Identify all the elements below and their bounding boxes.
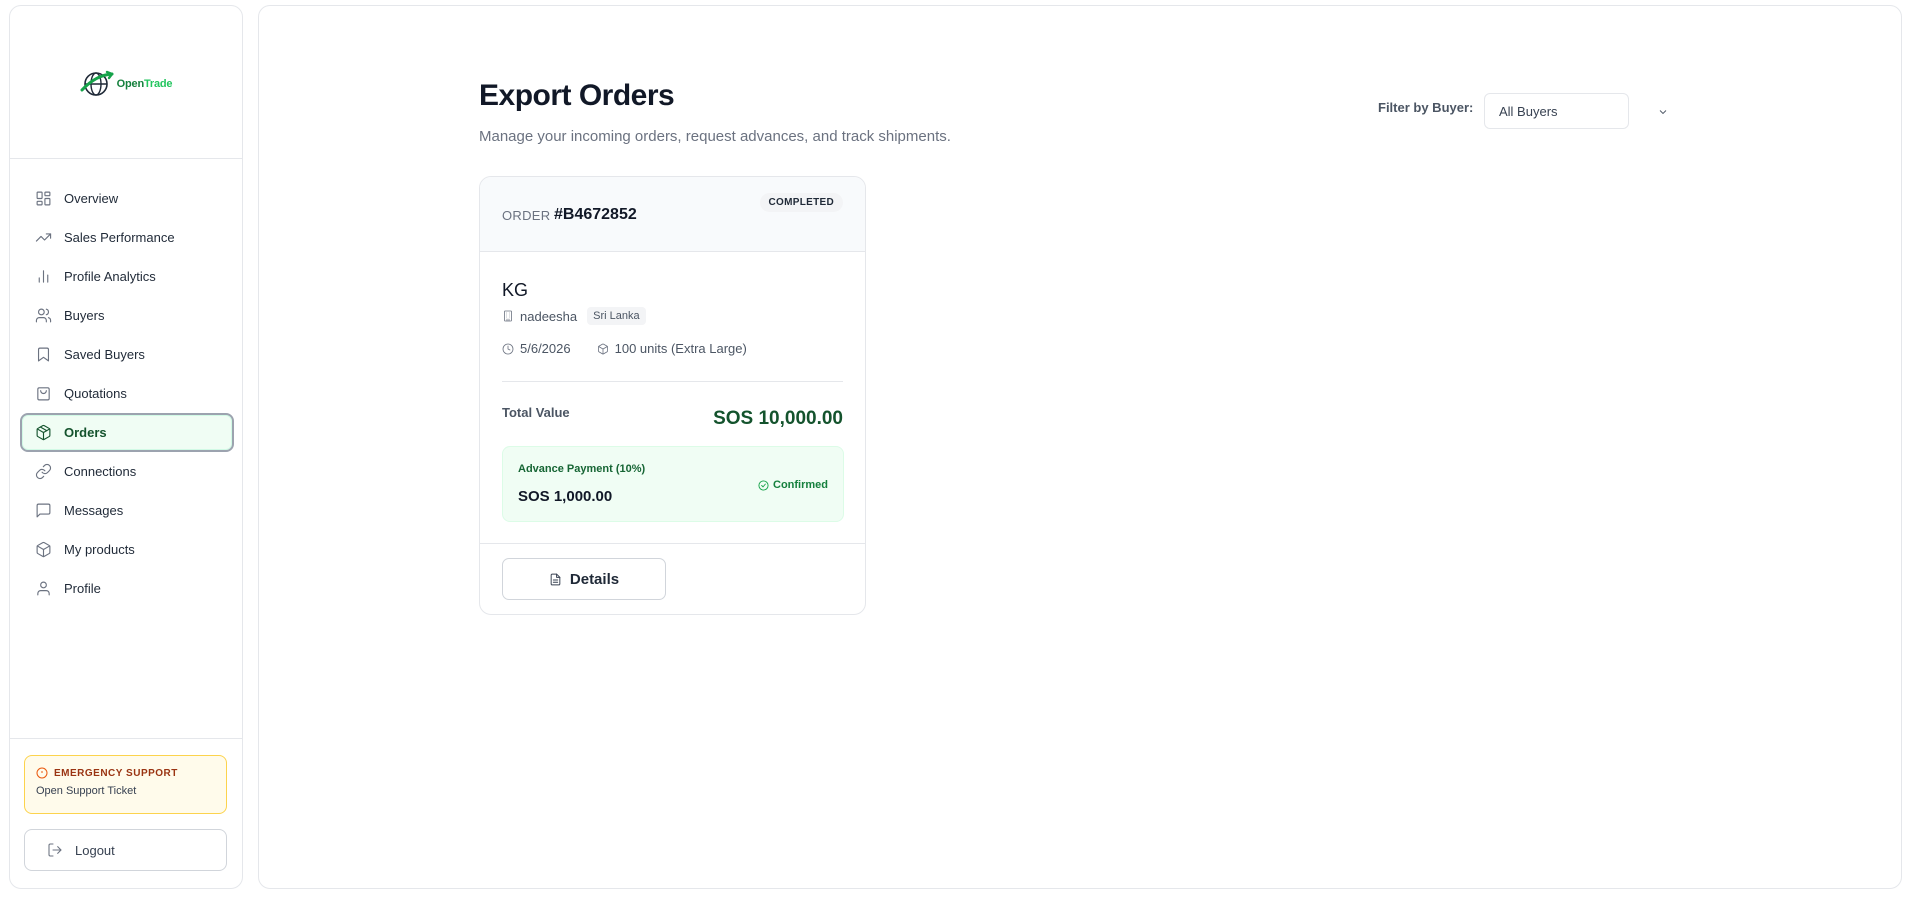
- status-badge: COMPLETED: [759, 193, 843, 212]
- filter-by-buyer-label: Filter by Buyer:: [1378, 100, 1474, 115]
- sidebar-item-my-products[interactable]: My products: [20, 530, 234, 569]
- sidebar-item-label: Messages: [64, 503, 124, 518]
- logo-text-trade: Trade: [143, 78, 173, 90]
- country-tag: Sri Lanka: [587, 307, 646, 325]
- order-card-header: ORDER #B4672852 COMPLETED: [480, 177, 865, 252]
- message-square-icon: [36, 503, 51, 518]
- order-id: #B4672852: [554, 206, 637, 223]
- sidebar-item-label: Saved Buyers: [64, 347, 145, 362]
- opentrade-logo[interactable]: OpenTrade: [80, 69, 173, 99]
- package-small-icon: [597, 343, 608, 354]
- building-icon: [504, 310, 512, 322]
- order-label: ORDER: [502, 208, 551, 223]
- advance-payment-amount: SOS 1,000.00: [518, 488, 613, 505]
- user-icon: [37, 581, 50, 596]
- sidebar-footer: EMERGENCY SUPPORT Open Support Ticket Lo…: [10, 738, 242, 888]
- emergency-title-text: EMERGENCY SUPPORT: [54, 767, 178, 779]
- bookmark-icon: [37, 347, 50, 362]
- card-divider: [502, 381, 843, 382]
- total-value-amount: SOS 10,000.00: [713, 408, 843, 429]
- sidebar: OpenTrade Overview Sales Performance Pro…: [9, 5, 243, 889]
- main-content: Export Orders Manage your incoming order…: [258, 5, 1902, 889]
- company-name: nadeesha: [520, 308, 578, 324]
- sidebar-item-label: Profile Analytics: [64, 269, 156, 284]
- sidebar-item-label: Sales Performance: [64, 230, 175, 245]
- order-date: 5/6/2026: [520, 341, 571, 356]
- emergency-support-title: EMERGENCY SUPPORT: [36, 767, 215, 779]
- globe-logo-icon: [80, 70, 114, 96]
- clock-icon: [502, 343, 514, 354]
- sidebar-item-buyers[interactable]: Buyers: [20, 296, 234, 335]
- shopping-bag-icon: [37, 387, 50, 401]
- details-button[interactable]: Details: [502, 558, 666, 600]
- advance-payment-label: Advance Payment (10%): [518, 463, 646, 475]
- advance-status: Confirmed: [758, 479, 828, 491]
- sidebar-item-label: Buyers: [64, 308, 105, 323]
- users-icon: [35, 308, 52, 323]
- package-icon: [36, 424, 51, 441]
- sidebar-item-overview[interactable]: Overview: [20, 179, 234, 218]
- chevron-down-icon[interactable]: [1657, 105, 1669, 117]
- sidebar-nav: Overview Sales Performance Profile Analy…: [20, 179, 234, 608]
- advance-status-text: Confirmed: [773, 479, 828, 491]
- order-meta-row: 5/6/2026 100 units (Extra Large): [502, 341, 747, 356]
- buyer-filter-select[interactable]: All Buyers: [1484, 93, 1629, 129]
- sidebar-item-messages[interactable]: Messages: [20, 491, 234, 530]
- sidebar-item-label: Overview: [64, 191, 119, 206]
- sidebar-item-quotations[interactable]: Quotations: [20, 374, 234, 413]
- open-support-ticket-link[interactable]: Open Support Ticket: [36, 785, 215, 797]
- order-card-footer: Details: [480, 543, 865, 614]
- sidebar-item-label: Connections: [64, 464, 137, 479]
- emergency-support-card[interactable]: EMERGENCY SUPPORT Open Support Ticket: [24, 755, 227, 814]
- details-label: Details: [569, 570, 620, 588]
- alert-circle-icon: [36, 767, 48, 779]
- box-icon: [36, 541, 51, 558]
- check-circle-icon: [758, 479, 769, 491]
- buyer-name: KG: [502, 280, 529, 300]
- logo-text: OpenTrade: [117, 78, 173, 90]
- bar-chart-icon: [38, 270, 49, 283]
- total-value-label: Total Value: [502, 405, 570, 420]
- sidebar-item-connections[interactable]: Connections: [20, 452, 234, 491]
- file-text-icon: [550, 573, 561, 585]
- sidebar-item-orders[interactable]: Orders: [20, 413, 234, 452]
- page-subtitle: Manage your incoming orders, request adv…: [479, 128, 951, 145]
- page-title: Export Orders: [479, 79, 675, 112]
- logout-button[interactable]: Logout: [24, 829, 227, 871]
- advance-payment-box: Advance Payment (10%) SOS 1,000.00 Confi…: [502, 446, 844, 522]
- link-icon: [35, 463, 52, 480]
- grid-icon: [36, 191, 51, 206]
- order-card: ORDER #B4672852 COMPLETED KG nadeesha Sr…: [479, 176, 866, 615]
- sidebar-item-profile[interactable]: Profile: [20, 569, 234, 608]
- sidebar-item-sales-performance[interactable]: Sales Performance: [20, 218, 234, 257]
- logo-area: OpenTrade: [10, 6, 242, 159]
- logout-label: Logout: [75, 842, 115, 858]
- trending-up-icon: [35, 233, 52, 242]
- sidebar-item-saved-buyers[interactable]: Saved Buyers: [20, 335, 234, 374]
- order-quantity: 100 units (Extra Large): [614, 341, 747, 356]
- sidebar-item-label: My products: [64, 542, 135, 557]
- sidebar-item-profile-analytics[interactable]: Profile Analytics: [20, 257, 234, 296]
- sidebar-item-label: Quotations: [64, 386, 127, 401]
- company-row: nadeesha Sri Lanka: [502, 307, 646, 325]
- logout-icon: [48, 843, 62, 857]
- sidebar-item-label: Orders: [64, 425, 107, 440]
- sidebar-item-label: Profile: [64, 581, 101, 596]
- logo-text-open: Open: [116, 78, 145, 90]
